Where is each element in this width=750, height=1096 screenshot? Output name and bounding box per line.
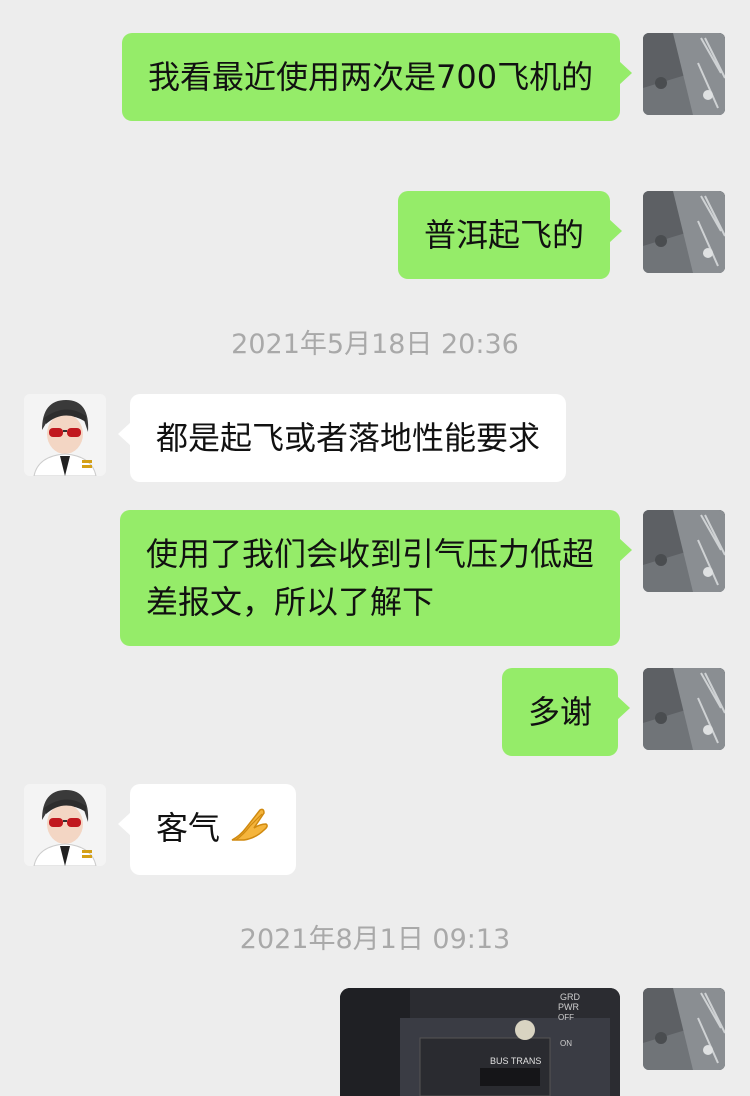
message-timestamp: 2021年8月1日 09:13 <box>239 924 511 955</box>
runway-photo-icon <box>643 988 725 1070</box>
runway-photo-icon <box>643 33 725 115</box>
runway-photo-icon <box>643 191 725 273</box>
my-avatar[interactable] <box>643 33 725 115</box>
message-bubble-sent[interactable]: 普洱起飞的 <box>398 191 623 279</box>
my-avatar[interactable] <box>643 191 725 273</box>
runway-photo-icon <box>643 510 725 592</box>
pilot-avatar-icon <box>24 394 106 476</box>
message-bubble-sent[interactable]: 使用了我们会收到引气压力低超差报文，所以了解下 <box>120 510 632 646</box>
message-text: 普洱起飞的 <box>424 216 585 254</box>
my-avatar[interactable] <box>643 510 725 592</box>
runway-photo-icon <box>643 668 725 750</box>
pilot-avatar-icon <box>24 784 106 866</box>
message-timestamp: 2021年5月18日 20:36 <box>231 329 519 360</box>
message-text: 客气 <box>156 809 221 847</box>
my-avatar[interactable] <box>643 668 725 750</box>
panel-label: ON <box>560 1039 572 1048</box>
message-text: 多谢 <box>528 693 593 731</box>
contact-avatar[interactable] <box>24 784 106 866</box>
message-bubble-received[interactable]: 都是起飞或者落地性能要求 <box>117 394 567 482</box>
image-message[interactable]: GRD PWR OFF ON BUS TRANS <box>340 988 620 1096</box>
message-text: 都是起飞或者落地性能要求 <box>156 419 541 457</box>
message-text: 使用了我们会收到引气压力低超差报文，所以了解下 <box>146 535 595 621</box>
panel-label: GRD <box>560 992 581 1002</box>
palms-together-icon <box>230 806 270 855</box>
panel-label: BUS TRANS <box>490 1056 541 1066</box>
contact-avatar[interactable] <box>24 394 106 476</box>
message-text: 我看最近使用两次是700飞机的 <box>148 58 594 96</box>
my-avatar[interactable] <box>643 988 725 1070</box>
message-bubble-sent[interactable]: 我看最近使用两次是700飞机的 <box>122 33 632 121</box>
message-bubble-sent[interactable]: 多谢 <box>502 668 631 756</box>
message-bubble-received[interactable]: 客气 <box>117 784 297 875</box>
panel-label: OFF <box>558 1013 574 1022</box>
cockpit-photo: GRD PWR OFF ON BUS TRANS <box>340 988 620 1096</box>
panel-label: PWR <box>558 1002 579 1012</box>
